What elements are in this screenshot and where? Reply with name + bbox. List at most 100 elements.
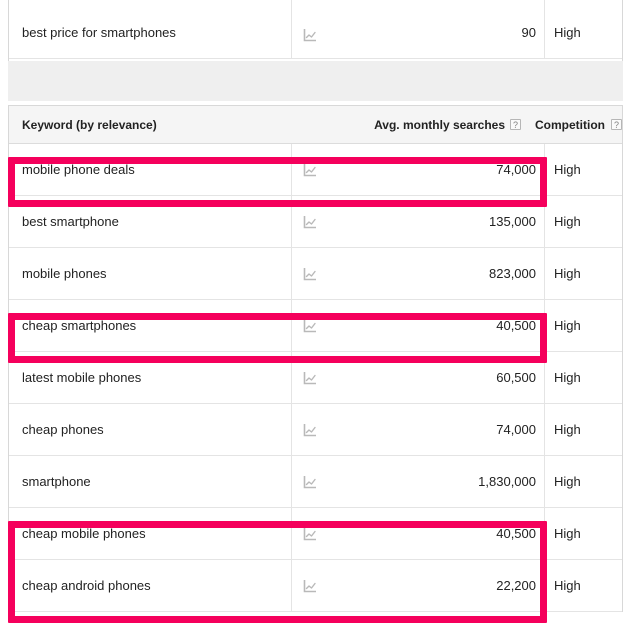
line-chart-icon[interactable] [303, 267, 317, 281]
searches-value: 60,500 [496, 370, 536, 385]
avg-monthly-searches-cell: 74,000 [331, 162, 544, 177]
competition-cell: High [544, 456, 622, 507]
header-avg-monthly-searches[interactable]: Avg. monthly searches ? [331, 118, 527, 132]
table-row[interactable]: cheap phones 74,000 High [9, 404, 622, 456]
avg-monthly-searches-cell: 1,830,000 [331, 474, 544, 489]
searches-value: 823,000 [489, 266, 536, 281]
competition-cell: High [544, 196, 622, 247]
trend-chart-cell[interactable] [291, 144, 331, 195]
avg-monthly-searches-cell: 74,000 [331, 422, 544, 437]
competition-value: High [554, 318, 581, 333]
keyword-cell: best price for smartphones [9, 25, 291, 58]
line-chart-icon[interactable] [303, 371, 317, 385]
section-separator-band [8, 61, 623, 101]
avg-monthly-searches-cell: 823,000 [331, 266, 544, 281]
keyword-text: smartphone [22, 474, 91, 489]
keyword-text: mobile phone deals [22, 162, 135, 177]
keyword-cell: cheap mobile phones [9, 526, 291, 541]
header-trend-spacer [291, 106, 331, 143]
trend-chart-cell[interactable] [291, 248, 331, 299]
keyword-text: latest mobile phones [22, 370, 142, 385]
competition-value: High [554, 162, 581, 177]
trend-chart-cell[interactable] [291, 404, 331, 455]
competition-value: High [554, 422, 581, 437]
keyword-cell: smartphone [9, 474, 291, 489]
trend-chart-cell[interactable] [291, 0, 331, 58]
competition-cell: High [544, 144, 622, 195]
table-row[interactable]: cheap smartphones 40,500 High [9, 300, 622, 352]
table-row[interactable]: mobile phones 823,000 High [9, 248, 622, 300]
keyword-text: cheap phones [22, 422, 104, 437]
table-row[interactable]: latest mobile phones 60,500 High [9, 352, 622, 404]
keyword-cell: mobile phone deals [9, 162, 291, 177]
searches-value: 40,500 [496, 318, 536, 333]
line-chart-icon[interactable] [303, 28, 317, 42]
keyword-cell: latest mobile phones [9, 370, 291, 385]
keyword-cell: cheap smartphones [9, 318, 291, 333]
searches-value: 40,500 [496, 526, 536, 541]
keyword-cell: cheap android phones [9, 578, 291, 593]
help-icon-searches[interactable]: ? [510, 119, 521, 130]
main-keyword-table: Keyword (by relevance) Avg. monthly sear… [8, 105, 623, 612]
table-row[interactable]: mobile phone deals 74,000 High [9, 144, 622, 196]
searches-value: 22,200 [496, 578, 536, 593]
keyword-text: cheap android phones [22, 578, 151, 593]
line-chart-icon[interactable] [303, 579, 317, 593]
avg-monthly-searches-cell: 60,500 [331, 370, 544, 385]
header-competition-label: Competition [535, 117, 605, 132]
trend-chart-cell[interactable] [291, 508, 331, 559]
keyword-text: best smartphone [22, 214, 119, 229]
competition-cell: High [544, 404, 622, 455]
competition-value: High [554, 214, 581, 229]
competition-value: High [554, 474, 581, 489]
header-keyword-label: Keyword (by relevance) [22, 117, 157, 132]
trend-chart-cell[interactable] [291, 196, 331, 247]
trend-chart-cell[interactable] [291, 352, 331, 403]
table-row[interactable]: best price for smartphones 90 High [9, 0, 622, 59]
header-keyword[interactable]: Keyword (by relevance) [9, 118, 291, 132]
keyword-text: cheap smartphones [22, 318, 137, 333]
keyword-cell: best smartphone [9, 214, 291, 229]
competition-cell: High [544, 0, 622, 58]
competition-cell: High [544, 248, 622, 299]
keyword-text: mobile phones [22, 266, 107, 281]
searches-value: 135,000 [489, 214, 536, 229]
table-header-row: Keyword (by relevance) Avg. monthly sear… [9, 106, 622, 144]
competition-value: High [554, 578, 581, 593]
keyword-cell: cheap phones [9, 422, 291, 437]
line-chart-icon[interactable] [303, 215, 317, 229]
searches-value: 74,000 [496, 422, 536, 437]
help-icon-competition[interactable]: ? [611, 119, 622, 130]
competition-value: High [554, 370, 581, 385]
avg-monthly-searches-cell: 135,000 [331, 214, 544, 229]
keyword-cell: mobile phones [9, 266, 291, 281]
line-chart-icon[interactable] [303, 163, 317, 177]
header-competition[interactable]: Competition ? [527, 106, 622, 143]
table-row[interactable]: cheap android phones 22,200 High [9, 560, 622, 612]
competition-value: High [554, 266, 581, 281]
keyword-text: best price for smartphones [22, 25, 176, 40]
searches-value: 74,000 [496, 162, 536, 177]
table-row[interactable]: best smartphone 135,000 High [9, 196, 622, 248]
table-row[interactable]: cheap mobile phones 40,500 High [9, 508, 622, 560]
competition-value: High [554, 25, 581, 40]
line-chart-icon[interactable] [303, 319, 317, 333]
competition-value: High [554, 526, 581, 541]
competition-cell: High [544, 560, 622, 611]
avg-monthly-searches-cell: 22,200 [331, 578, 544, 593]
competition-cell: High [544, 352, 622, 403]
trend-chart-cell[interactable] [291, 300, 331, 351]
table-row[interactable]: smartphone 1,830,000 High [9, 456, 622, 508]
competition-cell: High [544, 508, 622, 559]
avg-monthly-searches-cell: 40,500 [331, 318, 544, 333]
line-chart-icon[interactable] [303, 527, 317, 541]
line-chart-icon[interactable] [303, 423, 317, 437]
competition-cell: High [544, 300, 622, 351]
avg-monthly-searches-cell: 40,500 [331, 526, 544, 541]
trend-chart-cell[interactable] [291, 560, 331, 611]
trend-chart-cell[interactable] [291, 456, 331, 507]
searches-value: 90 [521, 25, 536, 40]
header-searches-label: Avg. monthly searches [374, 117, 505, 132]
table-body: mobile phone deals 74,000 High best smartph… [9, 144, 622, 612]
line-chart-icon[interactable] [303, 475, 317, 489]
